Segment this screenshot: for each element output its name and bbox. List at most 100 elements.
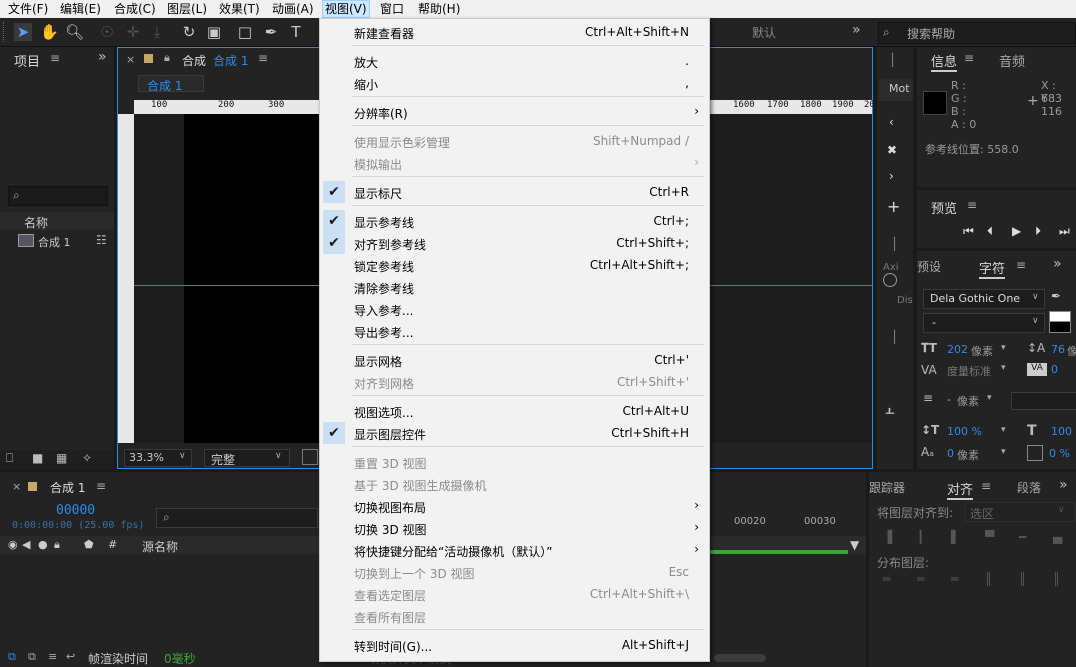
dolly-tool-icon[interactable]: ⤓	[148, 23, 166, 41]
work-area-bar[interactable]	[708, 550, 848, 554]
hamburger-icon[interactable]: ≡	[1016, 258, 1026, 272]
align-vcenter-icon[interactable]: ━	[1019, 530, 1026, 544]
label-icon[interactable]: ⬟	[84, 538, 94, 551]
menu-item-import-guides[interactable]: 导入参考...	[320, 298, 709, 320]
menu-effect[interactable]: 效果(T)	[217, 1, 262, 17]
circle-toggle-icon[interactable]	[883, 273, 897, 287]
stroke-color-swatch[interactable]	[1049, 321, 1071, 333]
toggle-switches-icon[interactable]: ⧉	[8, 650, 16, 664]
color-depth-icon[interactable]: ✧	[82, 451, 92, 465]
selection-tool-icon[interactable]: ➤	[14, 23, 32, 41]
render-time-icon[interactable]: ↩	[66, 650, 75, 663]
menu-window[interactable]: 窗口	[378, 1, 406, 17]
comp-tab-name[interactable]: 合成 1	[213, 52, 248, 69]
align-hcenter-icon[interactable]: ┃	[917, 530, 924, 544]
menu-item-export-guides[interactable]: 导出参考...	[320, 320, 709, 342]
region-of-interest-icon[interactable]	[302, 449, 318, 465]
menu-file[interactable]: 文件(F)	[6, 1, 50, 17]
close-icon[interactable]: ×	[126, 53, 135, 66]
align-top-icon[interactable]: ▀	[985, 530, 994, 544]
menu-item-snap-to-guides[interactable]: ✔ 对齐到参考线 Ctrl+Shift+;	[320, 232, 709, 254]
tab-align[interactable]: 对齐	[947, 479, 974, 500]
menu-item-clear-guides[interactable]: 清除参考线	[320, 276, 709, 298]
stroke-style-dropdown[interactable]	[1011, 392, 1076, 410]
resolution-dropdown[interactable]: 完整 ∨	[204, 449, 290, 467]
distribute-bottom-icon[interactable]: ═	[951, 572, 958, 586]
next-frame-icon[interactable]: ⏵︎	[1035, 224, 1041, 239]
rectangle-tool-icon[interactable]: □	[236, 23, 254, 41]
motion-panel-tab[interactable]: Mot	[879, 79, 913, 101]
menu-item-switch-view-layout[interactable]: 切换视图布局 ›	[320, 495, 709, 517]
tab-paragraph[interactable]: 段落	[1017, 479, 1041, 496]
zoom-dropdown[interactable]: 33.3% ∨	[124, 449, 192, 467]
tab-tracker[interactable]: 跟踪器	[869, 479, 905, 496]
vertical-scale-value[interactable]: 100 %	[947, 425, 982, 438]
audio-icon[interactable]: ◀	[22, 538, 30, 551]
panel-more-icon[interactable]: »	[98, 49, 107, 65]
close-icon[interactable]: ×	[12, 480, 21, 493]
playhead-icon[interactable]: ▼	[850, 538, 859, 552]
zoom-slider[interactable]	[714, 654, 766, 662]
chevron-down-icon[interactable]: ▾	[1001, 363, 1006, 373]
menu-help[interactable]: 帮助(H)	[416, 1, 462, 17]
hamburger-icon[interactable]: ≡	[981, 479, 991, 493]
hamburger-icon[interactable]: ≡	[50, 51, 60, 65]
chevron-down-icon[interactable]: ▾	[987, 393, 992, 403]
menu-item-switch-3d-view[interactable]: 切换 3D 视图 ›	[320, 517, 709, 539]
tab-audio[interactable]: 音频	[999, 51, 1025, 70]
current-timecode[interactable]: 00000	[56, 503, 95, 518]
play-icon[interactable]: ▶	[1012, 224, 1021, 238]
zoom-tool-icon[interactable]: 🔍︎	[65, 23, 84, 41]
baseline-shift-value[interactable]: 0	[947, 447, 954, 460]
menu-item-show-layer-controls[interactable]: ✔ 显示图层控件 Ctrl+Shift+H	[320, 422, 709, 444]
menu-item-zoom-in[interactable]: 放大.	[320, 50, 709, 72]
distribute-right-icon[interactable]: ║	[1053, 572, 1060, 586]
tab-character[interactable]: 字符	[979, 258, 1006, 279]
last-frame-icon[interactable]: ⏭︎	[1059, 224, 1070, 239]
preview-title[interactable]: 预览	[931, 198, 957, 217]
panel-more-icon[interactable]: »	[1059, 477, 1068, 493]
previous-frame-icon[interactable]: ⏴︎	[987, 224, 993, 239]
stroke-width-value[interactable]: -	[947, 393, 951, 406]
paragraph-icon[interactable]: ⫠	[885, 399, 895, 419]
tab-presets[interactable]: 预设	[917, 258, 941, 275]
lock-icon[interactable]: 🔒︎	[164, 51, 170, 65]
workspace-more-icon[interactable]: »	[852, 22, 861, 38]
chevron-right-icon[interactable]: ›	[889, 169, 894, 183]
cross-arrows-icon[interactable]: ✖	[887, 143, 897, 157]
workspace-label[interactable]: 默认	[752, 24, 776, 41]
list-item[interactable]: 合成 1 ☷	[0, 232, 114, 250]
menu-item-new-viewer[interactable]: 新建查看器 Ctrl+Alt+Shift+N	[320, 21, 709, 43]
comp-tab-prefix[interactable]: 合成	[182, 52, 206, 69]
align-bottom-icon[interactable]: ▄	[1053, 530, 1062, 544]
tracking-value[interactable]: 0	[1051, 363, 1058, 376]
first-frame-icon[interactable]: ⏮︎	[963, 224, 974, 239]
comp-sub-tab[interactable]: 合成 1	[138, 75, 204, 93]
vertical-ruler[interactable]	[118, 114, 134, 443]
eye-icon[interactable]: ◉	[8, 538, 18, 551]
align-to-dropdown[interactable]: 选区 ∨	[965, 502, 1075, 522]
chevron-down-icon[interactable]: ▾	[1001, 447, 1006, 457]
menu-item-lock-guides[interactable]: 锁定参考线 Ctrl+Alt+Shift+;	[320, 254, 709, 276]
new-composition-icon[interactable]: ▦	[56, 451, 67, 465]
distribute-hcenter-icon[interactable]: ║	[1019, 572, 1026, 586]
orbit-tool-icon[interactable]: ☉	[98, 23, 116, 41]
distribute-left-icon[interactable]: ║	[985, 572, 992, 586]
hamburger-icon[interactable]: ≡	[964, 51, 974, 65]
menu-item-zoom-out[interactable]: 缩小,	[320, 72, 709, 94]
hamburger-icon[interactable]: ≡	[96, 479, 106, 493]
menu-item-assign-shortcut-to-active-camera[interactable]: 将快捷键分配给“活动摄像机（默认）” ›	[320, 539, 709, 561]
chevron-down-icon[interactable]: ▾	[1001, 343, 1006, 353]
font-size-value[interactable]: 202	[947, 343, 968, 356]
tsume-value[interactable]: 0 %	[1049, 447, 1070, 460]
rotate-tool-icon[interactable]: ↻	[180, 23, 198, 41]
menu-view[interactable]: 视图(V)	[322, 0, 370, 18]
menu-item-go-to-time[interactable]: 转到时间(G)... Alt+Shift+J	[320, 634, 709, 656]
menu-composition[interactable]: 合成(C)	[112, 1, 158, 17]
solo-icon[interactable]: ●	[38, 538, 48, 551]
leading-value[interactable]: 76	[1051, 343, 1065, 356]
hamburger-icon[interactable]: ≡	[967, 198, 977, 212]
hamburger-icon[interactable]: ≡	[258, 51, 268, 65]
column-source-name[interactable]: 源名称	[142, 538, 178, 555]
lock-icon[interactable]: 🔒︎	[54, 538, 60, 552]
